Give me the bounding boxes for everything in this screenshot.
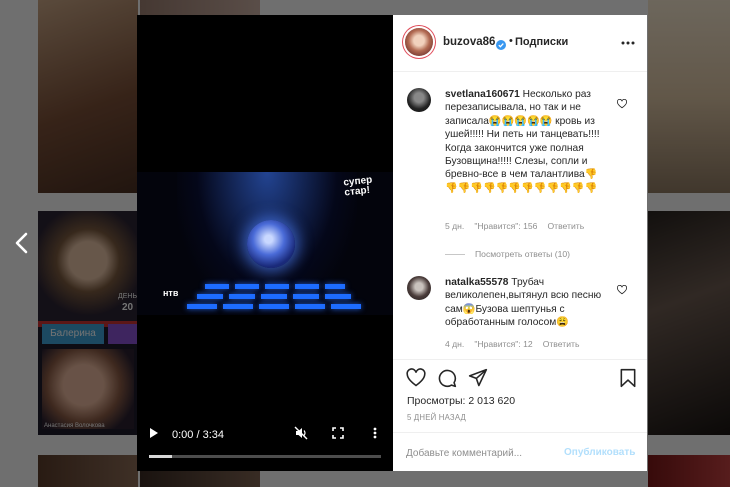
video-progress-fill (149, 455, 173, 458)
play-button[interactable] (147, 427, 161, 443)
tile-caption: Анастасия Волочкова (44, 423, 105, 429)
play-icon (149, 426, 159, 444)
feed-thumbnail[interactable] (648, 455, 730, 487)
video-time: 0:00 / 3:34 (172, 429, 224, 441)
comment-username[interactable]: natalka55578 (445, 277, 508, 288)
post-header: buzova86 • Подписки (393, 15, 647, 72)
video-frame[interactable]: супер стар! нтв (137, 172, 393, 315)
fullscreen-icon (332, 426, 344, 444)
fullscreen-button[interactable] (330, 427, 346, 443)
heart-icon[interactable] (617, 282, 627, 295)
view-replies-label: Посмотреть ответы (10) (475, 249, 571, 259)
heart-icon[interactable] (617, 96, 627, 109)
comment-likes[interactable]: "Нравится": 156 (474, 221, 537, 231)
ntv-logo: нтв (163, 288, 179, 298)
video-player[interactable]: супер стар! нтв 0:00 / 3:34 (137, 15, 393, 471)
tile-day-text: ДЕНЬ (118, 293, 138, 300)
video-more-button[interactable] (369, 427, 381, 443)
options-icon[interactable] (619, 36, 637, 48)
avatar[interactable] (405, 28, 433, 56)
feed-thumbnail[interactable] (140, 0, 260, 15)
reply-button[interactable]: Ответить (547, 221, 584, 231)
comment-meta: 5 дн. "Нравится": 156 Ответить (445, 221, 584, 231)
comment-message: Несколько раз перезаписывала, но так и н… (445, 89, 600, 194)
views-count: Просмотры: 2 013 620 (407, 395, 515, 407)
comment-likes[interactable]: "Нравится": 12 (474, 339, 532, 349)
comment-icon (437, 369, 457, 392)
chevron-left-icon[interactable] (12, 232, 32, 254)
feed-thumbnail[interactable] (38, 455, 138, 487)
views-label: Просмотры: (407, 395, 466, 407)
feed-thumbnail[interactable] (648, 211, 730, 435)
verified-icon (496, 37, 506, 50)
feed-thumbnail[interactable] (38, 0, 138, 193)
add-comment-bar: Опубликовать (393, 432, 647, 471)
avatar[interactable] (407, 276, 431, 300)
post-date: 5 ДНЕЙ НАЗАД (407, 413, 466, 422)
avatar[interactable] (407, 88, 431, 112)
views-value: 2 013 620 (468, 395, 516, 407)
comment-age: 4 дн. (445, 339, 465, 349)
following-button[interactable]: Подписки (515, 36, 568, 48)
view-replies-button[interactable]: Посмотреть ответы (10) (445, 249, 570, 259)
like-button[interactable] (406, 368, 426, 388)
post-panel: buzova86 • Подписки svetlana160671 Неско… (393, 15, 647, 471)
bookmark-icon (619, 368, 637, 392)
comment-age: 5 дн. (445, 221, 465, 231)
comment-input[interactable] (406, 445, 556, 461)
mute-button[interactable] (293, 426, 309, 445)
tile-number-text: 20 (122, 302, 134, 313)
comments-list[interactable]: svetlana160671 Несколько раз перезаписыв… (393, 73, 647, 358)
comment-button[interactable] (437, 368, 457, 388)
share-icon (468, 368, 488, 392)
comment-username[interactable]: svetlana160671 (445, 89, 520, 100)
comment-meta: 4 дн. "Нравится": 12 Ответить (445, 339, 579, 349)
video-progress-bar[interactable] (149, 455, 381, 458)
share-button[interactable] (468, 368, 488, 388)
separator-dot: • (509, 35, 513, 47)
comment-text: svetlana160671 Несколько раз перезаписыв… (445, 88, 605, 195)
post-actions: Просмотры: 2 013 620 5 ДНЕЙ НАЗАД (393, 359, 647, 431)
feed-thumbnail[interactable]: ДЕНЬ 20 Балерина Анастасия Волочкова (38, 211, 138, 435)
tile-label: Балерина (42, 324, 104, 344)
save-button[interactable] (619, 368, 639, 388)
post-username[interactable]: buzova86 (443, 36, 495, 48)
publish-button[interactable]: Опубликовать (564, 447, 635, 458)
more-vertical-icon (373, 426, 377, 444)
feed-thumbnail[interactable] (648, 0, 730, 193)
reply-button[interactable]: Ответить (543, 339, 580, 349)
mute-icon (294, 426, 308, 445)
channel-logo: супер стар! (342, 174, 373, 199)
replies-divider (445, 253, 465, 255)
heart-icon (406, 368, 426, 392)
comment-text: natalka55578 Трубач великолепен,вытянул … (445, 276, 605, 330)
